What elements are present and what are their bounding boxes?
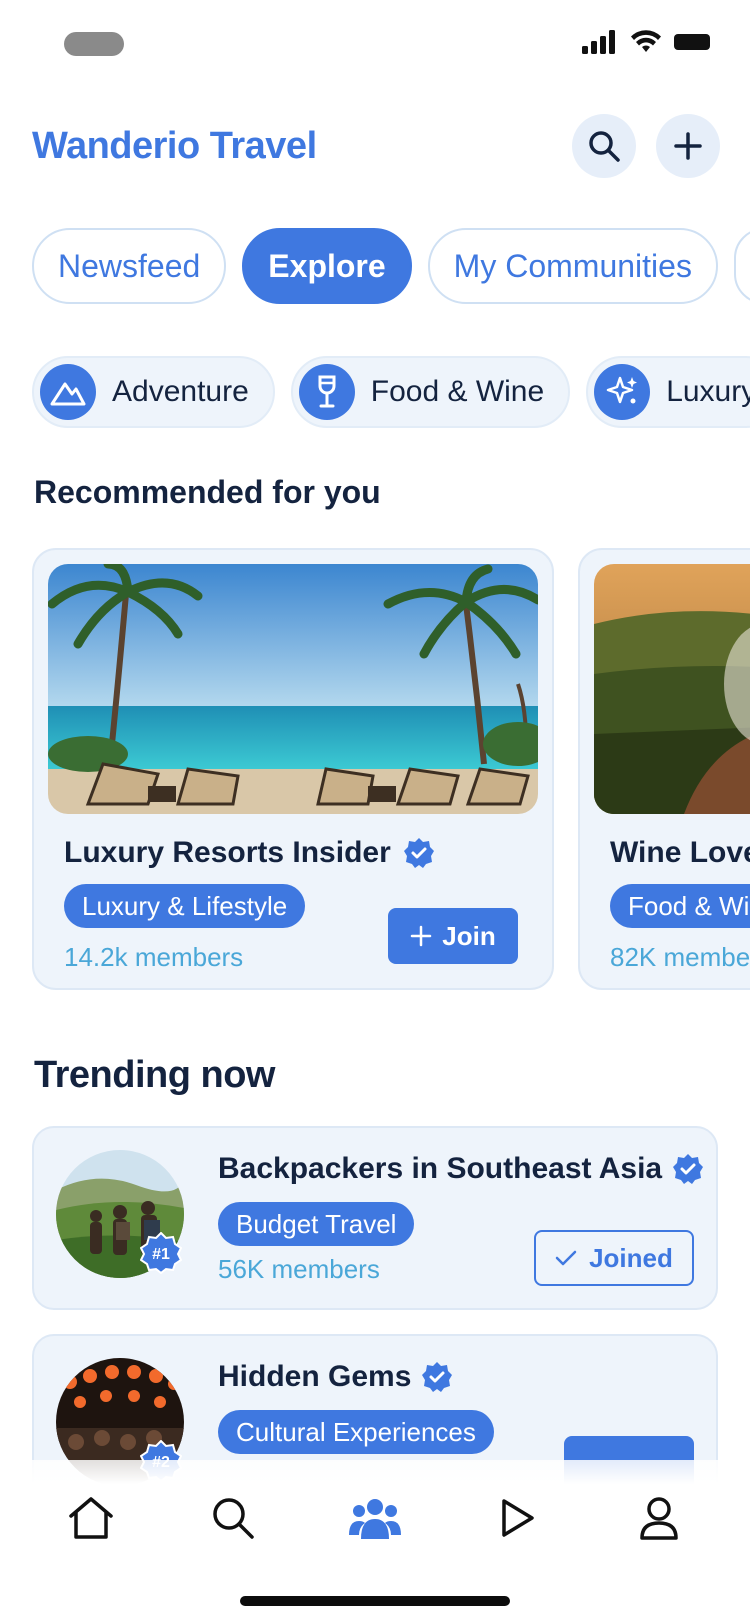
tab-my-communities[interactable]: My Communities <box>427 228 718 304</box>
verified-badge-icon <box>403 838 434 868</box>
dynamic-island-pill <box>64 32 124 56</box>
app-title: Wanderio Travel <box>32 124 317 167</box>
category-tag: Cultural Experiences <box>218 1410 494 1454</box>
wine-glass-icon <box>298 364 355 420</box>
search-icon <box>589 131 620 162</box>
community-name-text: Luxury Resorts Insider <box>64 836 391 869</box>
community-name-text: Wine Lovers <box>610 836 750 869</box>
nav-communities[interactable] <box>335 1488 415 1548</box>
category-chips: Adventure Food & Wine Luxury <box>32 356 750 428</box>
plus-icon <box>411 925 432 947</box>
category-chip-label: Adventure <box>112 375 249 408</box>
signal-icon <box>582 30 615 54</box>
community-name: Backpackers in Southeast Asia <box>218 1152 704 1186</box>
verified-badge-icon <box>422 1362 453 1392</box>
wine-vineyard-image <box>594 564 750 814</box>
tab-explore[interactable]: Explore <box>242 228 412 304</box>
wifi-icon <box>631 30 661 52</box>
nav-profile[interactable] <box>619 1488 699 1548</box>
home-icon <box>69 1497 113 1539</box>
app-header: Wanderio Travel <box>32 110 720 182</box>
feed-tabs: Newsfeed Explore My Communities <box>32 228 750 304</box>
join-button-label: Join <box>442 920 496 951</box>
trending-section-title: Trending now <box>34 1054 275 1096</box>
recommended-carousel: Luxury Resorts Insider Luxury & Lifestyl… <box>32 548 750 990</box>
bottom-navigation <box>0 1460 750 1624</box>
rank-badge-icon: #1 <box>140 1232 182 1274</box>
nav-search[interactable] <box>193 1488 273 1548</box>
category-tag: Food & Wine <box>610 884 750 928</box>
home-indicator <box>240 1596 510 1606</box>
category-chip-luxury[interactable]: Luxury <box>586 356 750 428</box>
recommended-card[interactable]: Wine Lovers Food & Wine 82K members <box>578 548 750 990</box>
profile-icon <box>640 1497 678 1540</box>
category-chip-label: Luxury <box>666 375 750 408</box>
communities-icon <box>349 1499 401 1539</box>
verified-badge-icon <box>673 1154 704 1184</box>
trending-community-card[interactable]: #1 Backpackers in Southeast Asia Budget … <box>32 1126 718 1310</box>
checkmark-icon <box>555 1250 577 1266</box>
header-actions <box>572 114 720 178</box>
category-tag: Budget Travel <box>218 1202 415 1246</box>
plus-icon <box>674 132 702 160</box>
member-count: 14.2k members <box>64 942 244 972</box>
status-bar <box>0 0 750 90</box>
community-name: Hidden Gems <box>218 1360 453 1394</box>
joined-button-label: Joined <box>589 1242 673 1273</box>
category-tag: Luxury & Lifestyle <box>64 884 306 928</box>
battery-icon <box>674 34 710 50</box>
community-name: Luxury Resorts Insider <box>64 836 538 870</box>
search-icon <box>213 1498 254 1539</box>
category-chip-adventure[interactable]: Adventure <box>32 356 275 428</box>
category-chip-label: Food & Wine <box>370 375 545 408</box>
recommended-section-title: Recommended for you <box>34 474 381 510</box>
join-button[interactable]: Join <box>388 908 518 964</box>
tab-newsfeed[interactable]: Newsfeed <box>32 228 227 304</box>
recommended-card[interactable]: Luxury Resorts Insider Luxury & Lifestyl… <box>32 548 554 990</box>
resort-pool-image <box>48 564 538 814</box>
category-chip-food-wine[interactable]: Food & Wine <box>290 356 571 428</box>
sparkles-icon <box>594 364 651 420</box>
mountain-icon <box>40 364 96 420</box>
play-icon <box>502 1499 534 1537</box>
create-button[interactable] <box>656 114 720 178</box>
joined-button[interactable]: Joined <box>534 1230 694 1286</box>
community-name: Wine Lovers <box>610 836 750 870</box>
tab-more[interactable] <box>733 228 750 304</box>
community-name-text: Backpackers in Southeast Asia <box>218 1152 663 1185</box>
status-icons <box>582 30 714 54</box>
member-count: 82K members <box>610 942 750 972</box>
member-count: 56K members <box>218 1254 380 1284</box>
search-button[interactable] <box>572 114 636 178</box>
nav-home[interactable] <box>51 1488 131 1548</box>
rank-number: #1 <box>152 1246 170 1263</box>
community-name-text: Hidden Gems <box>218 1360 412 1393</box>
nav-videos[interactable] <box>477 1488 557 1548</box>
